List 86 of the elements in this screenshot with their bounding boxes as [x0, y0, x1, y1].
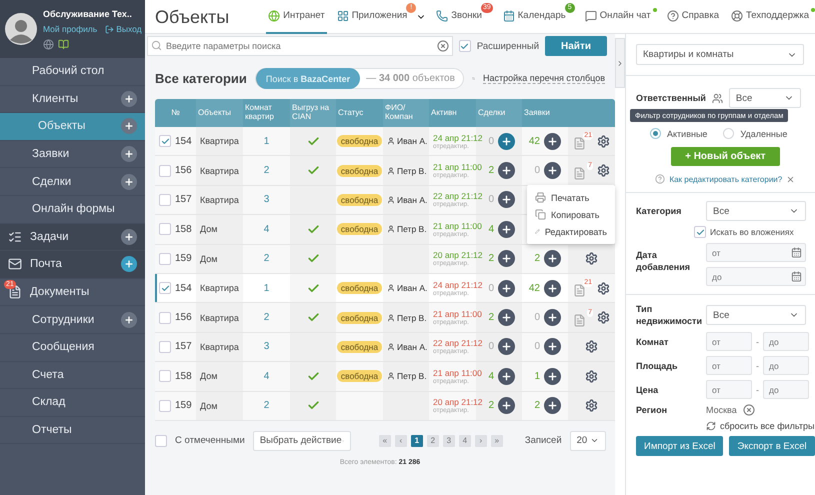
count: 42	[528, 136, 540, 147]
status-badge: свободна	[336, 282, 382, 294]
field-label: Дата добавления	[636, 249, 692, 273]
table-cell: Квартира	[196, 332, 243, 362]
count: 2	[487, 312, 494, 324]
person-name: Петр В.	[397, 371, 427, 382]
status-badge: свободна	[336, 312, 382, 324]
table-cell: Дом	[196, 244, 243, 273]
row-number: 159	[175, 253, 192, 264]
activity-date: 20 апр 21:12	[433, 397, 483, 408]
field-label: Тип недвижимости	[636, 303, 700, 327]
activity-date: 21 апр 11:00	[433, 309, 482, 320]
table-cell: Квартира	[196, 127, 243, 156]
person-name: Петр В.	[397, 312, 427, 323]
activity-date: 22 апр 21:12	[433, 191, 483, 202]
radio-label: Активные	[667, 128, 708, 138]
status-badge: свободна	[336, 135, 382, 148]
row-number: 154	[175, 136, 192, 147]
activity-date: 21 апр 11:00	[433, 220, 482, 231]
activity-date: 22 апр 21:12	[433, 338, 483, 348]
person-name: Иван А.	[397, 342, 428, 352]
per-page-label: Записей	[524, 435, 562, 446]
field-label: Цена	[636, 384, 660, 396]
row-number: 158	[175, 370, 192, 382]
activity-date: 24 апр 21:12	[433, 280, 483, 290]
checkbox-label: Искать во вложениях	[710, 227, 794, 237]
count: 0	[533, 341, 540, 352]
range-separator: -	[756, 360, 759, 370]
table-cell: Квартира	[196, 186, 243, 214]
count: 4	[487, 224, 494, 235]
count: 0	[487, 194, 494, 206]
page-title: Объекты	[155, 6, 230, 28]
activity-date: 21 апр 11:00	[433, 162, 482, 172]
count: 2	[487, 165, 494, 176]
table-cell: Дом	[196, 215, 243, 244]
count: 0	[533, 312, 540, 324]
field-label: Площадь	[636, 360, 679, 372]
count: 0	[487, 341, 494, 352]
field-label: Ответственный	[636, 92, 706, 104]
person-name: Иван А.	[397, 136, 428, 146]
radio-label: Удаленные	[740, 128, 788, 138]
person-name: Петр В.	[397, 166, 427, 176]
range-separator: -	[756, 336, 759, 346]
range-separator: -	[756, 384, 759, 394]
count: 4	[487, 370, 494, 382]
checkbox-label: С отмеченными	[175, 435, 245, 446]
region-value: Москва	[706, 405, 737, 415]
row-number: 157	[175, 341, 192, 352]
table-cell: Квартира	[196, 303, 243, 332]
count: 2	[487, 400, 494, 412]
user-name: Обслуживание Тех..	[43, 8, 133, 20]
count: 2	[533, 400, 540, 412]
section-title: Все категории	[155, 70, 247, 86]
count: 2	[533, 253, 540, 264]
table-cell: Дом	[196, 392, 243, 420]
status-badge: свободна	[336, 340, 382, 353]
row-number: 159	[175, 400, 192, 412]
count: 42	[528, 282, 540, 294]
person-name: Иван А.	[397, 283, 428, 294]
status-badge: свободна	[336, 223, 382, 236]
count: 0	[533, 165, 540, 176]
activity-date: 21 апр 11:00	[433, 368, 482, 378]
person-name: Иван А.	[397, 194, 428, 205]
row-number: 158	[175, 224, 192, 235]
table-cell: Квартира	[196, 156, 243, 185]
status-badge: свободна	[336, 164, 382, 177]
table-cell: Дом	[196, 362, 243, 391]
field-label: Комнат	[636, 336, 670, 348]
status-badge: свободна	[336, 194, 382, 206]
row-number: 156	[175, 165, 192, 176]
count: 0	[487, 282, 494, 294]
row-number: 156	[175, 312, 192, 324]
row-number: 154	[175, 282, 192, 294]
activity-date: 20 апр 21:12	[433, 250, 483, 260]
table-cell: Квартира	[196, 274, 243, 302]
row-number: 157	[175, 194, 192, 206]
field-label: Категория	[636, 205, 682, 217]
person-name: Петр В.	[397, 224, 427, 234]
checkbox-label: Расширенный	[476, 40, 540, 52]
object-count: — 34 000 объектов	[365, 73, 456, 84]
activity-date: 24 апр 21:12	[433, 132, 483, 143]
field-label: Регион	[636, 404, 668, 416]
count: 2	[487, 253, 494, 264]
status-badge: свободна	[336, 370, 382, 382]
count: 0	[487, 136, 494, 147]
count: 1	[533, 370, 540, 382]
